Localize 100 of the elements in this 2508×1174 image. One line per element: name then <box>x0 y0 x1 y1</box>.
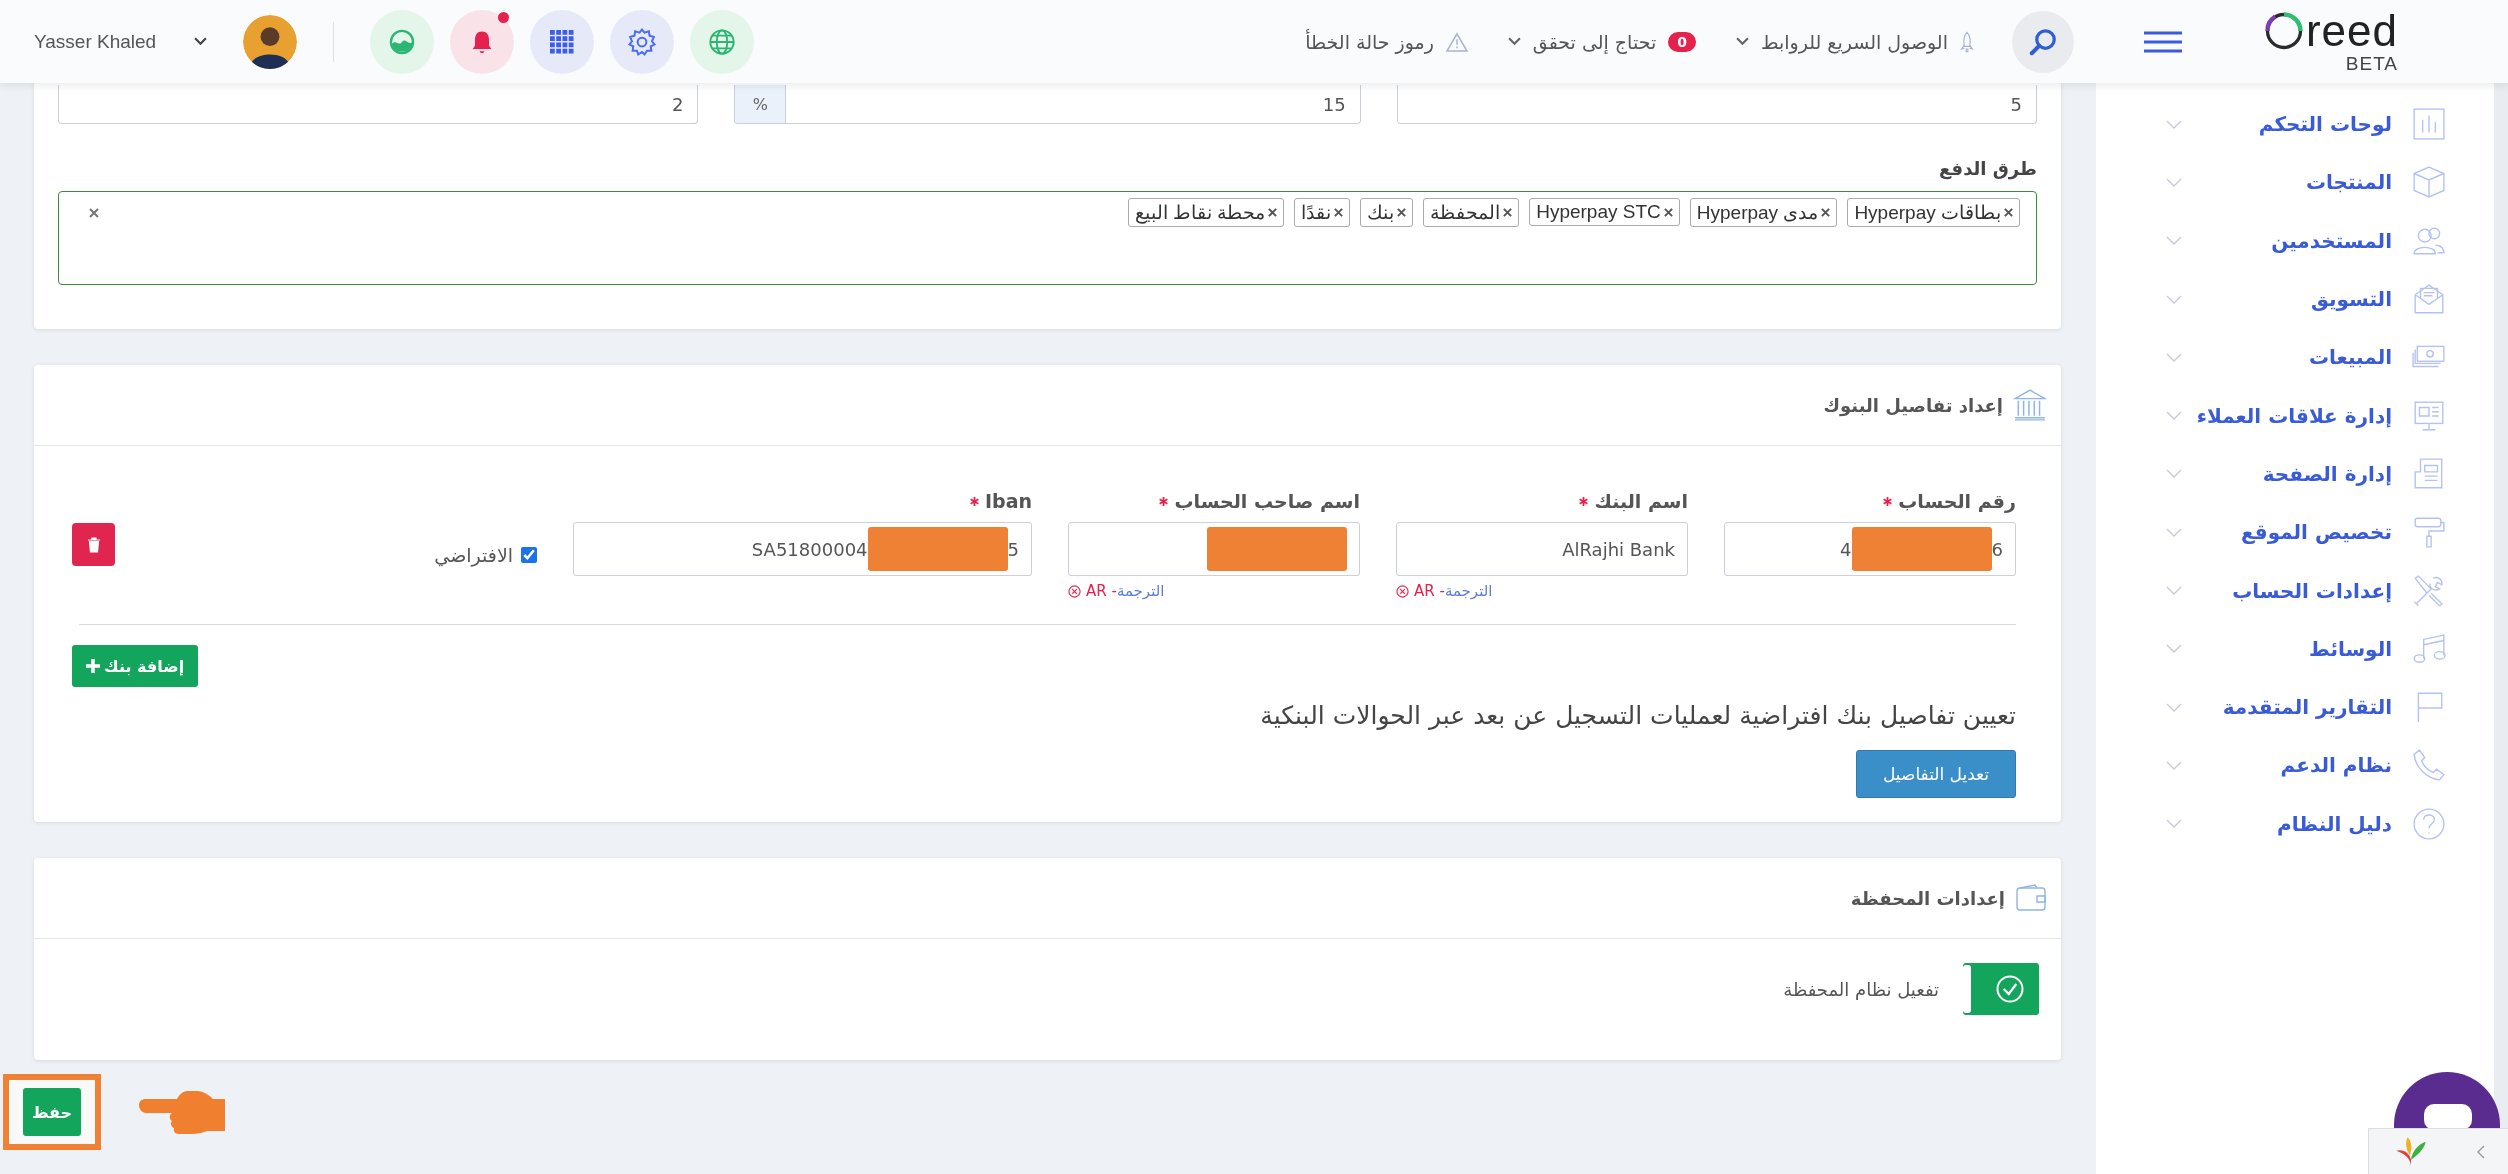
sidebar-item[interactable]: التسويق <box>2096 269 2494 329</box>
chart-icon <box>2412 107 2446 142</box>
sidebar-item[interactable]: إعدادات الحساب <box>2096 561 2494 620</box>
field-label: اسم البنك <box>1594 490 1688 512</box>
chevron-down-icon <box>2166 469 2182 479</box>
chevron-down-icon <box>2166 586 2182 595</box>
remove-icon[interactable] <box>1397 208 1407 217</box>
remove-icon[interactable] <box>2004 208 2013 217</box>
music-icon <box>2412 631 2446 666</box>
card-title: إعدادات المحفظة <box>1850 887 2005 909</box>
number-field[interactable]: 15 % <box>734 85 1361 124</box>
text-field[interactable]: 4 6 <box>1724 522 2016 576</box>
edit-details-button[interactable]: تعديل التفاصيل <box>1856 750 2016 798</box>
default-checkbox[interactable] <box>521 547 537 563</box>
sidebar-item[interactable]: تخصيص الموقع <box>2096 503 2494 562</box>
payment-method-tag: Hyperpay STC <box>1529 198 1680 226</box>
number-field[interactable]: 2 <box>58 85 699 124</box>
payment-method-tag: بطاقات Hyperpay <box>1847 198 2020 227</box>
field-label: رقم الحساب <box>1898 490 2016 512</box>
quick-links-menu[interactable]: الوصول السريع للروابط <box>1735 30 1974 53</box>
chevron-down-icon <box>2166 702 2182 712</box>
save-button[interactable]: حفظ <box>23 1088 81 1136</box>
payment-method-tag: بنك <box>1360 198 1414 227</box>
remove-icon[interactable] <box>1268 208 1278 217</box>
chevron-down-icon <box>2166 760 2182 770</box>
bank-icon <box>2013 388 2047 422</box>
menu-icon[interactable] <box>2143 30 2182 53</box>
percent-addon: % <box>735 85 787 123</box>
rocket-icon <box>1959 30 1974 53</box>
payment-method-tag: نقدًا <box>1294 198 1351 227</box>
payment-method-tag: المحفظة <box>1423 198 1520 227</box>
check-circle-icon <box>1995 974 2025 1004</box>
sidebar-item[interactable]: إدارة علاقات العملاء <box>2096 386 2494 445</box>
logo-text: reed <box>2305 8 2398 53</box>
chevron-down-icon <box>2166 644 2182 654</box>
payment-method-tag: مدى Hyperpay <box>1689 198 1838 227</box>
sidebar-item[interactable]: المستخدمين <box>2096 211 2494 270</box>
tools-icon <box>2412 573 2446 608</box>
mail-icon <box>2412 282 2446 317</box>
box-icon <box>2412 165 2446 200</box>
chevron-down-icon <box>2166 411 2182 421</box>
help-icon <box>2412 806 2446 841</box>
board-icon <box>2412 398 2446 433</box>
warning-icon <box>1445 31 1468 52</box>
count-badge: 0 <box>1668 31 1696 52</box>
field-label: اسم صاحب الحساب <box>1174 490 1360 512</box>
chevron-down-icon <box>2166 294 2182 304</box>
text-field[interactable]: AlRajhi Bank <box>1396 522 1688 576</box>
chevron-left-icon[interactable] <box>2476 1145 2485 1159</box>
remove-icon[interactable] <box>1663 207 1673 217</box>
text-field[interactable]: SA51800004 5 <box>573 522 1032 576</box>
wave-circle-icon <box>388 27 417 56</box>
chevron-down-icon <box>2166 352 2182 362</box>
add-bank-button[interactable]: إضافة بنك <box>72 645 199 687</box>
roller-icon <box>2412 515 2446 550</box>
plus-icon <box>86 659 100 673</box>
user-name[interactable]: Yasser Khaled <box>34 30 157 53</box>
text-field[interactable] <box>1068 522 1360 576</box>
remove-circle-icon[interactable] <box>1068 584 1081 598</box>
sidebar-item[interactable]: إدارة الصفحة <box>2096 444 2494 504</box>
sidebar-item[interactable]: لوحات التحكم <box>2096 95 2494 154</box>
field-label: Iban <box>984 490 1032 512</box>
beta-label: BETA <box>2345 52 2398 75</box>
chevron-down-icon <box>1735 37 1749 46</box>
field-label: طرق الدفع <box>1938 158 2037 179</box>
settings-icon <box>627 26 658 57</box>
sidebar-item[interactable]: دليل النظام <box>2096 794 2494 853</box>
chevron-down-icon <box>2166 119 2182 129</box>
search-icon <box>2027 26 2058 57</box>
globe-icon <box>708 27 737 56</box>
payment-method-tag: محطة نقاط البيع <box>1127 198 1285 227</box>
avatar[interactable] <box>243 14 298 69</box>
chevron-down-icon <box>2166 527 2182 537</box>
chevron-down-icon[interactable] <box>194 37 208 46</box>
checkbox-label: الافتراضي <box>434 544 513 566</box>
delete-button[interactable] <box>72 523 115 566</box>
trash-icon <box>86 536 101 553</box>
clear-icon[interactable] <box>89 208 99 218</box>
card-title: إعداد تفاصيل البنوك <box>1823 394 2003 416</box>
phone-icon <box>2412 748 2446 783</box>
chevron-down-icon <box>2166 819 2182 829</box>
remove-circle-icon[interactable] <box>1396 584 1409 598</box>
error-codes-link[interactable]: رموز حالة الخطأ <box>1305 30 1468 53</box>
sidebar-item[interactable]: التقارير المتقدمة <box>2096 677 2494 737</box>
wallet-icon <box>2015 884 2047 912</box>
remove-icon[interactable] <box>1821 208 1831 217</box>
sidebar-item[interactable]: نظام الدعم <box>2096 736 2494 795</box>
grid-icon <box>550 29 575 54</box>
sidebar-item[interactable]: الوسائط <box>2096 619 2494 678</box>
sidebar-item[interactable]: المنتجات <box>2096 153 2494 212</box>
wallet-toggle[interactable] <box>1963 963 2039 1015</box>
toggle-label: تفعيل نظام المحفظة <box>1783 978 1939 1000</box>
number-field[interactable]: 5 <box>1396 85 2037 124</box>
chevron-down-icon <box>2166 177 2182 187</box>
chevron-down-icon <box>2166 236 2182 246</box>
chevron-down-icon <box>1507 37 1521 46</box>
sidebar-item[interactable]: المبيعات <box>2096 328 2494 387</box>
description-text: تعيين تفاصيل بنك افتراضية لعمليات التسجيل عن بعد عبر الحوالات البنكية <box>1259 701 2016 730</box>
remove-icon[interactable] <box>1503 208 1513 217</box>
remove-icon[interactable] <box>1334 208 1344 217</box>
